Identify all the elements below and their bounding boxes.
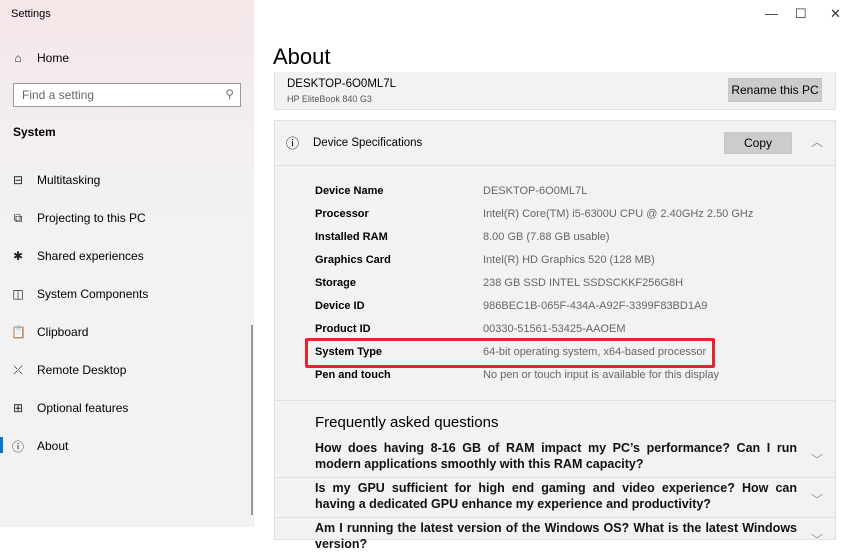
search-icon: ⚲ [225,87,234,101]
spec-row: Storage 238 GB SSD INTEL SSDSCKKF256G8H [315,277,683,289]
projecting-icon: ⧉ [13,210,23,225]
faq-question: Is my GPU sufficient for high end gaming… [315,481,797,511]
spec-value: 238 GB SSD INTEL SSDSCKKF256G8H [483,277,684,289]
sidebar: Settings ⌂ Home Find a setting ⚲ System … [0,0,254,527]
expand-chevron-icon[interactable]: ﹀ [811,531,823,548]
spec-label: Device ID [315,300,365,312]
page-title: About [273,44,331,69]
sidebar-item-label: Projecting to this PC [37,211,146,225]
sidebar-item-clipboard[interactable]: 📋 Clipboard [0,322,250,342]
spec-label: Device Name [315,185,384,197]
expand-chevron-icon[interactable]: ﹀ [811,491,823,508]
sidebar-item-multitasking[interactable]: ⊟ Multitasking [0,170,250,190]
app-title: Settings [11,8,51,20]
spec-value: DESKTOP-6O0ML7L [483,185,588,197]
spec-value: No pen or touch input is available for t… [483,369,720,381]
sidebar-item-label: Clipboard [37,325,89,339]
sidebar-item-remote-desktop[interactable]: ⤫ Remote Desktop [0,360,250,380]
maximize-button[interactable]: ☐ [795,6,807,22]
spec-label: Processor [315,208,369,220]
home-icon: ⌂ [14,51,22,65]
faq-title: Frequently asked questions [315,414,499,431]
sidebar-home[interactable]: ⌂ Home [0,48,250,68]
spec-row: Installed RAM 8.00 GB (7.88 GB usable) [315,231,610,243]
shared-experiences-icon: ✱ [12,249,24,263]
spec-value: 8.00 GB (7.88 GB usable) [483,231,610,243]
search-placeholder: Find a setting [22,88,95,102]
pc-name: DESKTOP-6O0ML7L [287,78,397,90]
sidebar-item-label: Shared experiences [37,249,144,263]
remote-desktop-icon: ⤫ [13,362,23,377]
pc-model: HP EliteBook 840 G3 [287,94,372,104]
sidebar-item-about[interactable]: ⓘ About [0,436,250,456]
spec-row: Product ID 00330-51561-53425-AAOEM [315,323,625,335]
sidebar-item-label: Multitasking [37,173,101,187]
spec-label: Installed RAM [315,231,388,243]
faq-question: How does having 8-16 GB of RAM impact my… [315,441,797,471]
search-input[interactable]: Find a setting ⚲ [13,83,241,107]
divider [275,400,835,401]
copy-button[interactable]: Copy [724,132,792,154]
rename-pc-button[interactable]: Rename this PC [728,78,822,102]
expand-chevron-icon[interactable]: ﹀ [811,451,823,468]
sidebar-item-projecting-to-this-pc[interactable]: ⧉ Projecting to this PC [0,208,250,228]
active-indicator [0,437,3,453]
spec-value: Intel(R) HD Graphics 520 (128 MB) [483,254,655,266]
spec-row: Device Name DESKTOP-6O0ML7L [315,185,587,197]
device-specifications-card: ⓘ Device Specifications Copy ︿ Device Na… [274,120,836,551]
faq-question: Am I running the latest version of the W… [315,521,797,551]
sidebar-item-label: Optional features [37,401,129,415]
divider [275,477,835,478]
sidebar-item-label: About [37,439,69,453]
clipboard-icon: 📋 [11,325,26,339]
spec-row: Processor Intel(R) Core(TM) i5-6300U CPU … [315,208,753,220]
divider [275,517,835,518]
sidebar-scrollbar[interactable] [251,325,253,515]
faq-item[interactable]: Is my GPU sufficient for high end gaming… [275,479,835,519]
info-icon: ⓘ [11,439,24,454]
spec-row: Pen and touch No pen or touch input is av… [315,369,719,381]
spec-label: Storage [315,277,356,289]
close-button[interactable]: ✕ [830,6,841,22]
divider [275,165,835,166]
spec-row: Device ID 986BEC1B-065F-434A-A92F-3399F83… [315,300,707,312]
spec-value: 986BEC1B-065F-434A-A92F-3399F83BD1A9 [483,300,708,312]
home-label: Home [37,51,70,65]
section-title: System [13,125,56,139]
sidebar-item-label: Remote Desktop [37,363,127,377]
sidebar-item-system-components[interactable]: ◫ System Components [0,284,250,304]
sidebar-item-shared-experiences[interactable]: ✱ Shared experiences [0,246,250,266]
spec-value: 00330-51561-53425-AAOEM [483,323,626,335]
spec-row: Graphics Card Intel(R) HD Graphics 520 (1… [315,254,655,266]
pc-name-card: DESKTOP-6O0ML7L HP EliteBook 840 G3 Rena… [274,72,836,110]
sidebar-item-label: System Components [37,287,149,301]
minimize-button[interactable]: — [765,6,778,21]
spec-label: Graphics Card [315,254,391,266]
spec-label: Product ID [315,323,371,335]
system-components-icon: ◫ [12,287,24,301]
optional-features-icon: ⊞ [12,401,24,415]
faq-item[interactable]: How does having 8-16 GB of RAM impact my… [275,439,835,479]
multitasking-icon: ⊟ [12,173,24,187]
spec-label: Pen and touch [315,369,391,381]
faq-item[interactable]: Am I running the latest version of the W… [275,519,835,559]
collapse-chevron-icon[interactable]: ︿ [811,133,823,150]
info-icon: ⓘ [286,136,300,151]
system-type-highlight [305,338,715,368]
spec-value: Intel(R) Core(TM) i5-6300U CPU @ 2.40GHz… [483,208,754,220]
sidebar-item-optional-features[interactable]: ⊞ Optional features [0,398,250,418]
specs-title: Device Specifications [313,137,423,149]
